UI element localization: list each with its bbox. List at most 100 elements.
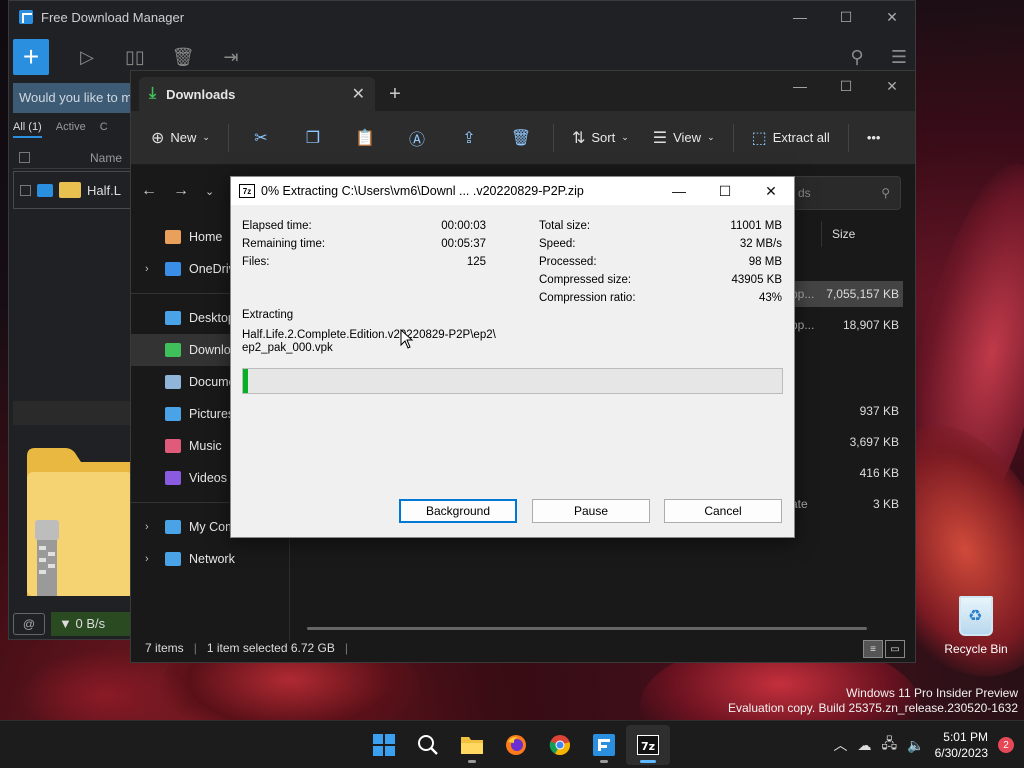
download-icon [165, 343, 181, 357]
size-column-header[interactable]: Size [821, 221, 899, 247]
taskbar: 7z ︿ ☁ 🖧 🔈 5:01 PM 6/30/2023 2 [0, 720, 1024, 768]
horizontal-scrollbar[interactable] [307, 627, 867, 630]
cloud-icon [165, 262, 181, 276]
fdm-tabs: All (1) Active C [13, 121, 108, 138]
file-row[interactable]: 3,697 KB [791, 429, 903, 455]
size-stats: Total size: 11001 MB Speed: 32 MB/s Proces… [539, 217, 782, 307]
folder-icon [59, 182, 81, 198]
cancel-button[interactable]: Cancel [664, 499, 782, 523]
chrome-button[interactable] [538, 725, 582, 765]
plus-circle-icon: ⊕ [151, 129, 165, 147]
videos-icon [165, 471, 181, 485]
view-button[interactable]: ☰ View ⌄ [643, 121, 725, 155]
firefox-button[interactable] [494, 725, 538, 765]
name-column-header[interactable]: Name [90, 151, 122, 165]
more-options-button[interactable]: ••• [857, 121, 891, 155]
time: 5:01 PM [943, 730, 988, 744]
start-button[interactable] [362, 725, 406, 765]
folder-icon [461, 737, 483, 754]
file-row[interactable]: pp... 7,055,157 KB [791, 281, 903, 307]
new-tab-button[interactable]: + [375, 77, 415, 111]
elapsed-time: 00:00:03 [441, 220, 486, 232]
recent-locations-icon[interactable]: ⌄ [205, 185, 214, 198]
stat-row: Processed: 98 MB [539, 253, 782, 271]
chevron-right-icon[interactable]: › [145, 553, 157, 565]
paste-icon[interactable]: 📋 [341, 121, 389, 155]
file-size: 3,697 KB [849, 435, 899, 449]
file-row[interactable]: pp... 18,907 KB [791, 312, 903, 338]
minimize-button[interactable]: — [777, 1, 823, 33]
download-speed: ▼ 0 B/s [51, 612, 131, 636]
file-size: 3 KB [872, 497, 899, 511]
rename-icon[interactable]: Ⓐ [393, 121, 441, 155]
download-row[interactable]: Half.L [13, 171, 133, 209]
fdm-taskbar-button[interactable] [582, 725, 626, 765]
sidebar-item-network[interactable]: › Network [131, 543, 289, 575]
extract-all-button[interactable]: ⬚ Extract all [742, 121, 840, 155]
tab-active[interactable]: Active [56, 121, 86, 138]
row-checkbox[interactable] [20, 184, 31, 196]
fdm-list-header: Name [13, 147, 133, 169]
add-download-button[interactable]: + [13, 39, 49, 75]
pause-button[interactable]: Pause [532, 499, 650, 523]
tab-all[interactable]: All (1) [13, 121, 42, 138]
new-button[interactable]: ⊕ New ⌄ [141, 121, 220, 155]
chevron-right-icon[interactable]: › [145, 263, 157, 275]
copy-icon[interactable]: ❐ [289, 121, 337, 155]
total-size: 11001 MB [730, 220, 782, 232]
close-button[interactable]: ✕ [869, 1, 915, 33]
delete-icon[interactable]: 🗑 [497, 121, 545, 155]
details-view-icon[interactable]: ≡ [863, 640, 883, 658]
file-row[interactable]: 416 KB [791, 460, 903, 486]
back-icon[interactable]: ← [141, 182, 157, 200]
volume-icon[interactable]: 🔈 [907, 737, 924, 754]
maximize-button[interactable]: ☐ [823, 71, 869, 101]
separator [227, 123, 229, 152]
snail-mode-icon[interactable]: @ [13, 613, 45, 635]
cut-icon[interactable]: ✂ [237, 121, 285, 155]
minimize-button[interactable]: — [656, 177, 702, 205]
chevron-up-icon[interactable]: ︿ [834, 735, 848, 755]
tab-downloads[interactable]: ⤓ Downloads ✕ [139, 77, 375, 111]
clock[interactable]: 5:01 PM 6/30/2023 [935, 729, 988, 761]
dialog-title: 0% Extracting C:\Users\vm6\Downl ... .v2… [261, 184, 584, 198]
resume-icon[interactable]: ▷ [63, 39, 111, 75]
search-button[interactable] [406, 725, 450, 765]
file-size: 7,055,157 KB [826, 287, 899, 301]
select-all-checkbox[interactable] [19, 152, 30, 163]
network-icon [165, 552, 181, 566]
progress-fill [243, 369, 249, 393]
file-explorer-button[interactable] [450, 725, 494, 765]
cloud-offline-icon[interactable]: ☁ [858, 737, 872, 754]
search-input[interactable]: ds ⚲ [789, 176, 901, 210]
close-button[interactable]: ✕ [869, 71, 915, 101]
share-icon[interactable]: ⇪ [445, 121, 493, 155]
sort-button[interactable]: ⇅ Sort ⌄ [562, 121, 639, 155]
command-bar: ⊕ New ⌄ ✂ ❐ 📋 Ⓐ ⇪ 🗑 ⇅ Sort ⌄ ☰ View ⌄ ⬚ Extract… [131, 111, 915, 165]
7zip-taskbar-button[interactable]: 7z [626, 725, 670, 765]
windows-logo-icon [373, 734, 395, 756]
fdm-titlebar[interactable]: Free Download Manager — ☐ ✕ [9, 1, 915, 33]
file-row[interactable]: ate 3 KB [791, 491, 903, 517]
minimize-button[interactable]: — [777, 71, 823, 101]
close-tab-icon[interactable]: ✕ [352, 84, 365, 104]
sidebar-item-label: Pictures [189, 407, 235, 421]
background-button[interactable]: Background [399, 499, 517, 523]
tiles-view-icon[interactable]: ▭ [885, 640, 905, 658]
desktop-icon [165, 311, 181, 325]
dialog-titlebar[interactable]: 7z 0% Extracting C:\Users\vm6\Downl ... … [231, 177, 794, 205]
tab-completed[interactable]: C [100, 121, 108, 138]
forward-icon[interactable]: → [173, 182, 189, 200]
close-button[interactable]: ✕ [748, 177, 794, 205]
network-icon[interactable]: 🖧 [882, 733, 898, 757]
notification-badge[interactable]: 2 [998, 737, 1014, 753]
chevron-right-icon[interactable]: › [145, 521, 157, 533]
maximize-button[interactable]: ☐ [823, 1, 869, 33]
item-count: 7 items [145, 641, 184, 655]
maximize-button[interactable]: ☐ [702, 177, 748, 205]
fdm-title: Free Download Manager [41, 9, 185, 25]
search-placeholder: ds [798, 186, 811, 200]
recycle-bin[interactable]: Recycle Bin [944, 596, 1008, 656]
file-row[interactable]: 937 KB [791, 398, 903, 424]
view-icon: ☰ [652, 129, 668, 147]
